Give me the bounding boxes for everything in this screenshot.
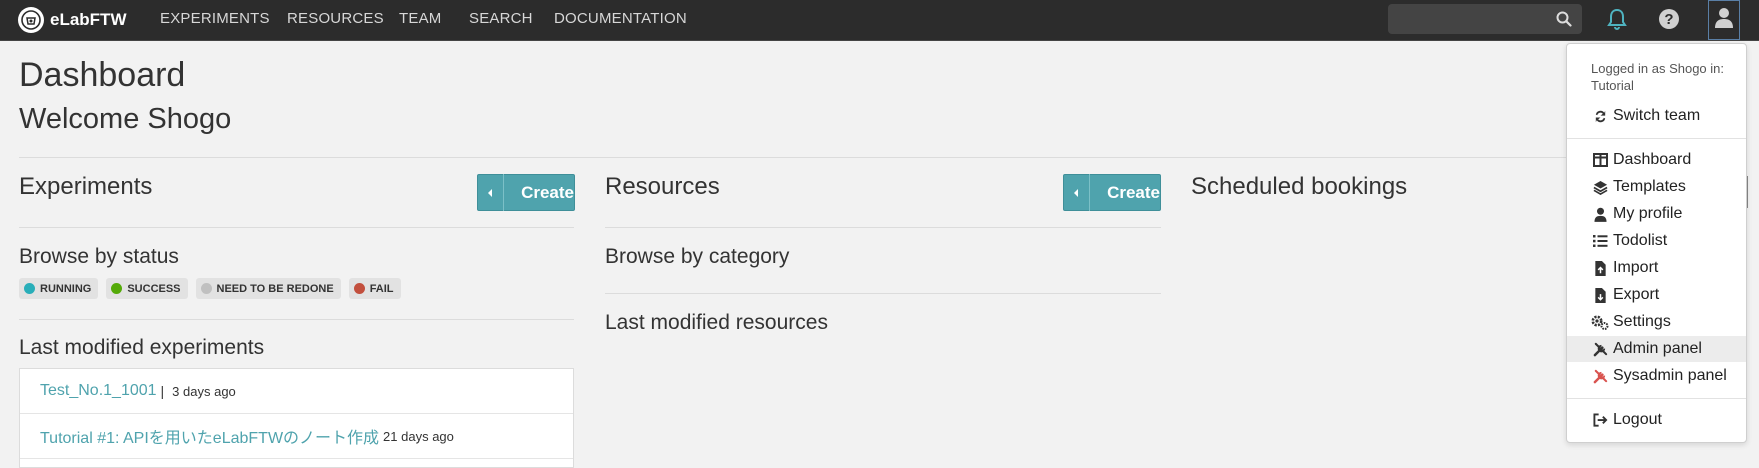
menu-label: Export — [1613, 286, 1660, 303]
menu-label: My profile — [1613, 205, 1683, 222]
gears-icon — [1591, 315, 1609, 330]
status-badge-need-to-be-redone[interactable]: NEED TO BE REDONE — [195, 278, 341, 299]
modified-time: 21 days ago — [383, 428, 454, 444]
create-experiment-label: Create — [521, 182, 574, 202]
user-icon — [1591, 207, 1609, 222]
top-navbar: eLabFTW EXPERIMENTS RESOURCES TEAM SEARC… — [0, 0, 1759, 41]
status-badge-fail[interactable]: FAIL — [348, 278, 401, 299]
menu-sysadmin-panel[interactable]: Sysadmin panel — [1567, 363, 1746, 389]
status-dot — [24, 283, 35, 294]
menu-switch-team[interactable]: Switch team — [1567, 103, 1746, 129]
brand-name: eLabFTW — [50, 10, 127, 29]
divider — [605, 227, 1161, 228]
menu-label: Todolist — [1613, 232, 1668, 249]
experiment-link[interactable]: Test_No.1_1001 — [40, 382, 157, 400]
list-item: Test_No.1_1001 | 3 days ago — [20, 369, 573, 414]
last-modified-resources-title: Last modified resources — [605, 311, 828, 334]
menu-export[interactable]: Export — [1567, 282, 1746, 308]
status-label: NEED TO BE REDONE — [216, 282, 334, 295]
nav-team[interactable]: TEAM — [399, 10, 441, 27]
user-icon — [1714, 7, 1734, 34]
status-label: SUCCESS — [127, 282, 181, 295]
create-resource-label: Create — [1107, 182, 1160, 202]
menu-label: Switch team — [1613, 107, 1701, 124]
team-name: Tutorial — [1591, 78, 1634, 93]
file-import-icon — [1591, 260, 1609, 276]
status-label: RUNNING — [40, 282, 92, 295]
status-badges: RUNNING SUCCESS NEED TO BE REDONE FAIL — [19, 278, 401, 299]
page-title: Dashboard — [19, 56, 186, 94]
user-dropdown-menu: Logged in as Shogo in: Tutorial Switch t… — [1566, 43, 1747, 443]
nav-documentation[interactable]: DOCUMENTATION — [554, 10, 687, 27]
scheduled-bookings-title: Scheduled bookings — [1191, 173, 1408, 200]
bell-icon[interactable] — [1604, 6, 1630, 32]
nav-experiments[interactable]: EXPERIMENTS — [160, 10, 270, 27]
status-dot — [111, 283, 123, 294]
welcome-heading: Welcome Shogo — [19, 103, 232, 135]
layers-icon — [1591, 180, 1609, 195]
menu-label: Sysadmin panel — [1613, 367, 1727, 384]
status-label: FAIL — [369, 282, 394, 295]
menu-label: Settings — [1613, 313, 1671, 330]
tools-red-icon — [1591, 369, 1609, 384]
logged-in-info: Logged in as Shogo in: Tutorial — [1591, 60, 1741, 94]
user-menu-toggle[interactable] — [1708, 0, 1740, 40]
brand[interactable]: eLabFTW — [18, 5, 127, 35]
divider — [605, 293, 1161, 294]
help-icon[interactable]: ? — [1656, 6, 1682, 32]
file-export-icon — [1591, 287, 1609, 303]
browse-by-category-title: Browse by category — [605, 245, 790, 268]
divider — [19, 227, 574, 228]
sync-icon — [1591, 109, 1609, 124]
columns-icon — [1591, 153, 1609, 167]
svg-text:?: ? — [1664, 11, 1673, 28]
last-modified-experiments-title: Last modified experiments — [19, 336, 265, 359]
modified-time: 3 days ago — [172, 383, 236, 399]
nav-resources[interactable]: RESOURCES — [287, 10, 384, 27]
resources-title: Resources — [605, 173, 720, 200]
menu-divider — [1567, 398, 1746, 399]
menu-settings[interactable]: Settings — [1567, 309, 1746, 335]
menu-label: Logout — [1613, 411, 1662, 428]
menu-label: Admin panel — [1613, 340, 1702, 357]
separator: | — [160, 383, 165, 399]
divider — [19, 319, 574, 320]
logged-in-as-text: Logged in as Shogo in: — [1591, 61, 1724, 76]
experiment-link[interactable]: Tutorial #1: APIを用いたeLabFTWのノート作成 — [40, 424, 379, 448]
status-badge-success[interactable]: SUCCESS — [106, 278, 188, 299]
caret-left-icon[interactable] — [486, 174, 505, 211]
menu-logout[interactable]: Logout — [1567, 407, 1746, 433]
menu-label: Dashboard — [1613, 151, 1692, 168]
search-icon[interactable] — [1556, 11, 1572, 32]
elabftw-logo-icon — [18, 7, 44, 33]
status-dot — [200, 283, 212, 294]
list-icon — [1591, 234, 1609, 248]
status-badge-running[interactable]: RUNNING — [19, 278, 99, 299]
tools-icon — [1591, 342, 1609, 357]
divider — [19, 157, 1566, 158]
browse-by-status-title: Browse by status — [19, 245, 179, 268]
menu-label: Templates — [1613, 178, 1686, 195]
menu-import[interactable]: Import — [1567, 255, 1746, 281]
nav-search[interactable]: SEARCH — [469, 10, 533, 27]
quick-search-input[interactable] — [1396, 9, 1550, 31]
create-experiment-button[interactable]: Create — [477, 174, 575, 211]
menu-admin-panel[interactable]: Admin panel — [1567, 336, 1746, 362]
status-dot — [353, 283, 365, 294]
caret-left-icon[interactable] — [1072, 174, 1091, 211]
menu-todolist[interactable]: Todolist — [1567, 228, 1746, 254]
menu-templates[interactable]: Templates — [1567, 174, 1746, 200]
menu-divider — [1567, 138, 1746, 139]
list-item: Tutorial #1: APIを用いたeLabFTWのノート作成 21 day… — [20, 414, 573, 459]
menu-dashboard[interactable]: Dashboard — [1567, 147, 1746, 173]
menu-label: Import — [1613, 259, 1659, 276]
sign-out-icon — [1591, 413, 1609, 427]
create-resource-button[interactable]: Create — [1063, 174, 1161, 211]
last-modified-experiments-list: Test_No.1_1001 | 3 days ago Tutorial #1:… — [19, 368, 574, 468]
menu-my-profile[interactable]: My profile — [1567, 201, 1746, 227]
quick-search-box — [1388, 4, 1582, 34]
experiments-title: Experiments — [19, 173, 153, 200]
